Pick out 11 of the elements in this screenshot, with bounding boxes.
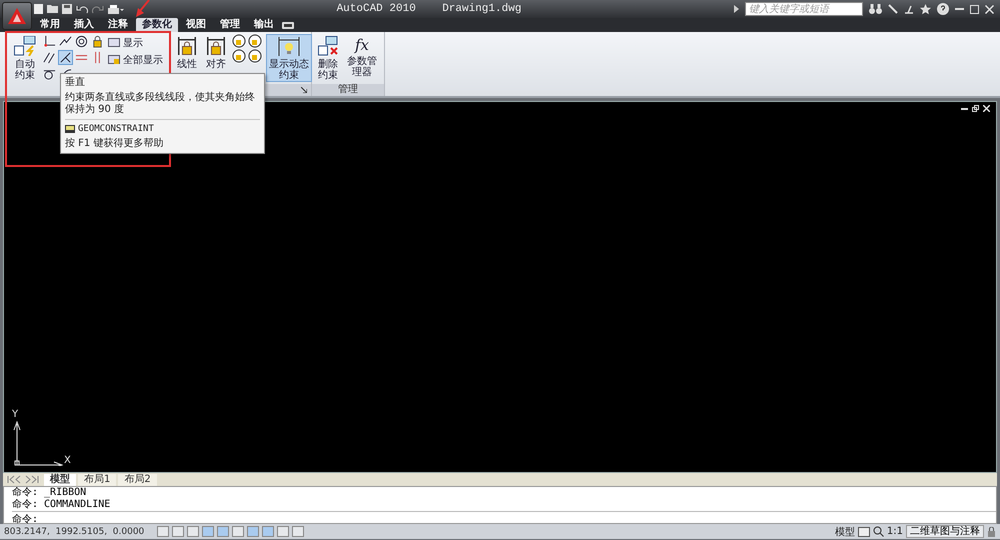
tooltip-help: 按 F1 键获得更多帮助 bbox=[65, 138, 164, 150]
command-history-line: 命令: _RIBBON bbox=[12, 487, 88, 499]
coordinates-readout: 803.2147, 1992.5105, 0.0000 bbox=[4, 526, 146, 536]
window-title: AutoCAD 2010 Drawing1.dwg bbox=[336, 3, 522, 15]
tooltip-description: 约束两条直线或多段线线段，使其夹角始终保持为 90 度 bbox=[65, 92, 256, 116]
tooltip-title: 垂直 bbox=[65, 77, 86, 89]
panel-title: 管理 bbox=[312, 84, 384, 96]
command-history-line: 命令: COMMANDLINE bbox=[12, 499, 112, 511]
x-axis-label: X bbox=[64, 455, 71, 466]
y-axis-label: Y bbox=[12, 409, 18, 420]
tooltip-command: GEOMCONSTRAINT bbox=[78, 123, 154, 135]
